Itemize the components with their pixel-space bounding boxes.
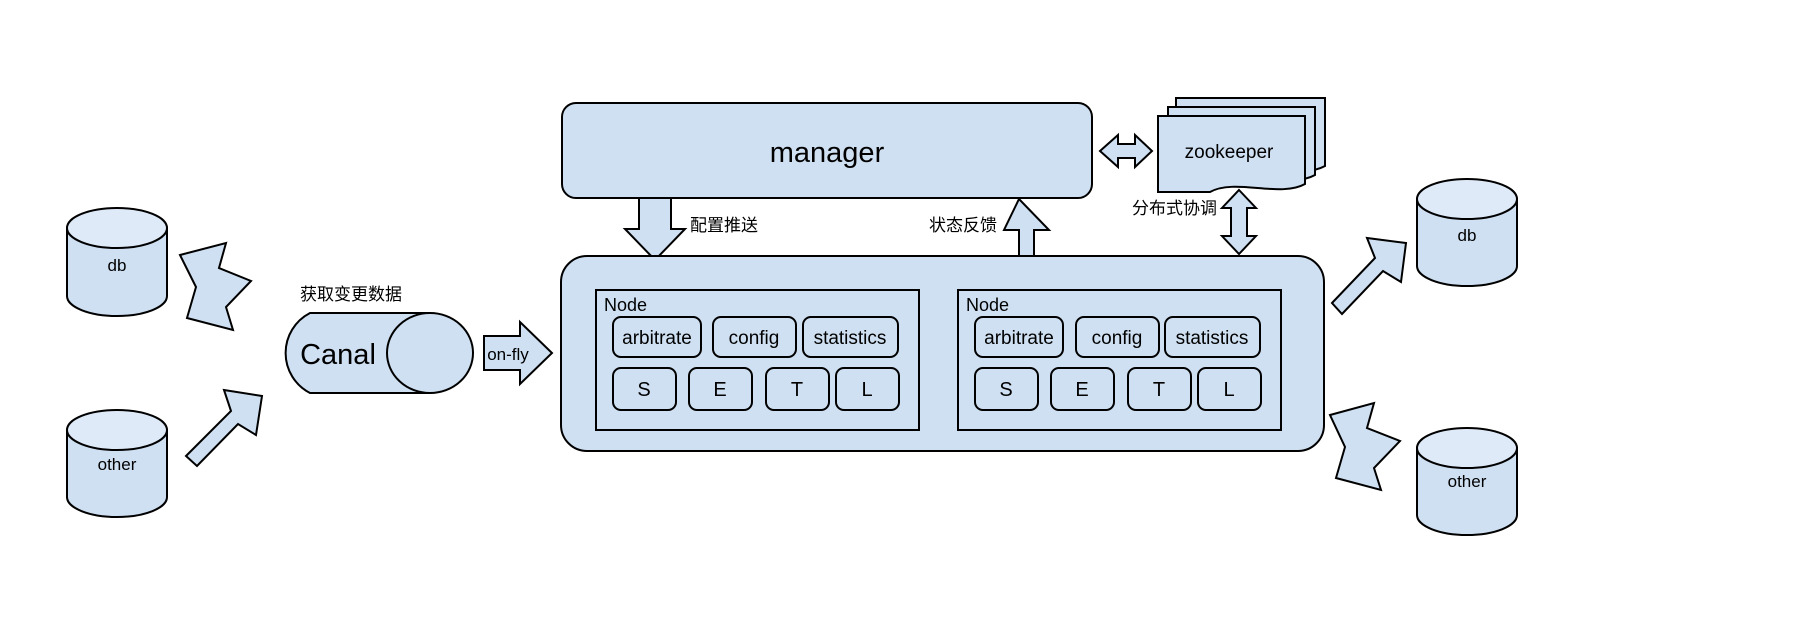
label-status-feedback: 状态反馈 <box>929 216 997 235</box>
label-fetch-change-data: 获取变更数据 <box>300 285 402 304</box>
node-1-stage-l-label: L <box>861 379 872 401</box>
node-1-service-statistics-label: statistics <box>814 328 887 349</box>
source-db-cylinder: db <box>66 207 168 317</box>
node-1-service-config-label: config <box>729 328 780 349</box>
zookeeper-stack: zookeeper <box>1157 97 1326 193</box>
cylinder-top <box>66 409 168 451</box>
node-1-title: Node <box>604 295 647 315</box>
node-2-service-statistics-label: statistics <box>1176 328 1249 349</box>
arrow-zookeeper-nodes <box>1219 188 1259 256</box>
node-1-service-arbitrate-label: arbitrate <box>622 328 692 349</box>
node-2-service-arbitrate-label: arbitrate <box>984 328 1054 349</box>
target-db-label: db <box>1458 226 1477 245</box>
canal-label: Canal <box>300 339 376 371</box>
nodes-container: Node arbitrate config statistics S E T L… <box>560 255 1325 452</box>
cylinder-top <box>66 207 168 249</box>
diagram-canvas: db other Canal 获取变更数据 on-fly manager 配置推… <box>0 0 1800 643</box>
arrow-nodes-to-target-other <box>1328 401 1402 492</box>
arrow-manager-zookeeper <box>1098 132 1154 170</box>
target-db-cylinder: db <box>1416 178 1518 287</box>
target-other-cylinder: other <box>1416 427 1518 536</box>
source-other-cylinder: other <box>66 409 168 518</box>
source-db-label: db <box>108 256 127 275</box>
arrow-config-push <box>622 197 688 262</box>
cylinder-top <box>1416 427 1518 469</box>
canal-node: Canal <box>284 312 474 394</box>
node-2-stage-e-label: E <box>1075 379 1088 401</box>
arrow-source-other-to-canal <box>184 388 264 468</box>
node-2-title: Node <box>966 295 1009 315</box>
node-2-stage-l-label: L <box>1223 379 1234 401</box>
manager-box: manager <box>561 102 1093 199</box>
manager-label: manager <box>770 137 885 169</box>
node-1-stage-t-label: T <box>791 379 803 401</box>
label-on-fly: on-fly <box>487 345 529 364</box>
target-other-label: other <box>1448 472 1487 491</box>
architecture-diagram: db other Canal 获取变更数据 on-fly manager 配置推… <box>66 97 1518 536</box>
canal-face <box>386 312 474 394</box>
node-2-stage-s-label: S <box>999 379 1012 401</box>
label-config-push: 配置推送 <box>690 216 758 235</box>
arrow-nodes-to-target-db <box>1330 236 1408 316</box>
node-2: Node arbitrate config statistics S E T L <box>957 289 1282 431</box>
node-2-service-config-label: config <box>1092 328 1143 349</box>
arrow-source-db-to-canal <box>178 241 253 332</box>
node-1-stage-e-label: E <box>713 379 726 401</box>
source-other-label: other <box>98 455 137 474</box>
arrow-status-feedback <box>1002 197 1052 259</box>
zookeeper-label: zookeeper <box>1185 142 1274 163</box>
cylinder-top <box>1416 178 1518 220</box>
node-1: Node arbitrate config statistics S E T L <box>595 289 920 431</box>
node-1-stage-s-label: S <box>637 379 650 401</box>
node-2-stage-t-label: T <box>1153 379 1165 401</box>
label-distributed-coordination: 分布式协调 <box>1132 199 1217 218</box>
